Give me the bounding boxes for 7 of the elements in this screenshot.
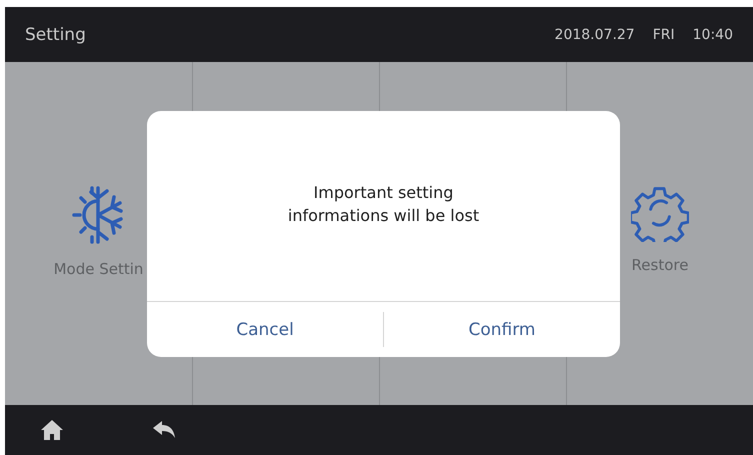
confirm-button[interactable]: Confirm	[383, 312, 620, 347]
page-title: Setting	[25, 24, 86, 44]
dialog-message: Important setting informations will be lost	[286, 182, 480, 227]
weekday-text: FRI	[652, 26, 675, 42]
cancel-button[interactable]: Cancel	[147, 302, 383, 357]
date-text: 2018.07.27	[554, 26, 635, 42]
time-text: 10:40	[692, 26, 733, 42]
